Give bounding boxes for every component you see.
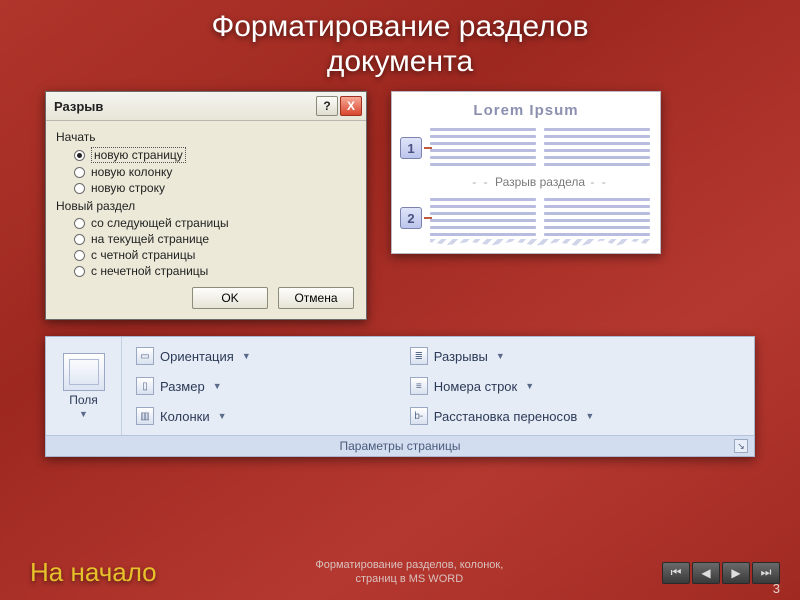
line-numbers-button[interactable]: ≡ Номера строк ▼ [404,377,746,395]
columns-icon: ▥ [136,407,154,425]
radio-dot-icon [74,150,85,161]
margins-button[interactable]: Поля ▼ [46,337,122,435]
cancel-button[interactable]: Отмена [278,287,354,309]
section-break-diagram: Lorem Ipsum 1 Разрыв раздела 2 [391,91,661,254]
radio-dot-icon [74,183,85,194]
slide-title: Форматирование разделов документа [0,0,800,81]
dialog-title: Разрыв [54,99,103,114]
nav-next-button[interactable]: ▶ [722,562,750,584]
chevron-down-icon: ▼ [218,411,227,421]
radio-new-page[interactable]: новую страницу [74,146,356,164]
orientation-button[interactable]: ▭ Ориентация ▼ [130,347,404,365]
hyphenation-icon: b- [410,407,428,425]
slide-footer: На начало Форматирование разделов, колон… [0,557,800,588]
radio-current-page[interactable]: на текущей странице [74,231,356,247]
radio-dot-icon [74,250,85,261]
radio-dot-icon [74,234,85,245]
slide-number: 3 [773,581,780,596]
chevron-down-icon: ▼ [585,411,594,421]
radio-dot-icon [74,218,85,229]
to-start-link[interactable]: На начало [30,557,157,588]
radio-new-column[interactable]: новую колонку [74,164,356,180]
dialog-titlebar[interactable]: Разрыв ? X [46,92,366,121]
diagram-badge-2: 2 [400,207,422,229]
page-layout-ribbon: Поля ▼ ▭ Ориентация ▼ ≣ Разрывы ▼ ▯ Разм… [45,336,755,457]
nav-prev-button[interactable]: ◀ [692,562,720,584]
breaks-icon: ≣ [410,347,428,365]
diagram-title: Lorem Ipsum [402,102,650,119]
group-section-label: Новый раздел [56,199,356,213]
close-button[interactable]: X [340,96,362,116]
diagram-badge-1: 1 [400,137,422,159]
ribbon-group-caption: Параметры страницы ↘ [46,435,754,456]
line-numbers-icon: ≡ [410,377,428,395]
nav-first-button[interactable]: ⏮ [662,562,690,584]
chevron-down-icon: ▼ [496,351,505,361]
chevron-down-icon: ▼ [525,381,534,391]
chevron-down-icon: ▼ [213,381,222,391]
radio-odd-page[interactable]: с нечетной страницы [74,263,356,279]
footer-caption: Форматирование разделов, колонок, страни… [157,559,662,585]
radio-even-page[interactable]: с четной страницы [74,247,356,263]
chevron-down-icon: ▼ [242,351,251,361]
dialog-launcher-icon[interactable]: ↘ [734,439,748,453]
radio-next-page[interactable]: со следующей страницы [74,215,356,231]
ok-button[interactable]: OK [192,287,268,309]
radio-dot-icon [74,266,85,277]
radio-dot-icon [74,167,85,178]
help-button[interactable]: ? [316,96,338,116]
hyphenation-button[interactable]: b- Расстановка переносов ▼ [404,407,746,425]
group-begin-label: Начать [56,130,356,144]
radio-new-line[interactable]: новую строку [74,180,356,196]
columns-button[interactable]: ▥ Колонки ▼ [130,407,404,425]
size-icon: ▯ [136,377,154,395]
section-break-label: Разрыв раздела [430,175,650,189]
slide-nav: ⏮ ◀ ▶ ⏭ [662,562,780,584]
breaks-button[interactable]: ≣ Разрывы ▼ [404,347,746,365]
size-button[interactable]: ▯ Размер ▼ [130,377,404,395]
break-dialog: Разрыв ? X Начать новую страницу новую к… [45,91,367,320]
chevron-down-icon: ▼ [79,409,88,419]
orientation-icon: ▭ [136,347,154,365]
margins-icon [63,353,105,391]
